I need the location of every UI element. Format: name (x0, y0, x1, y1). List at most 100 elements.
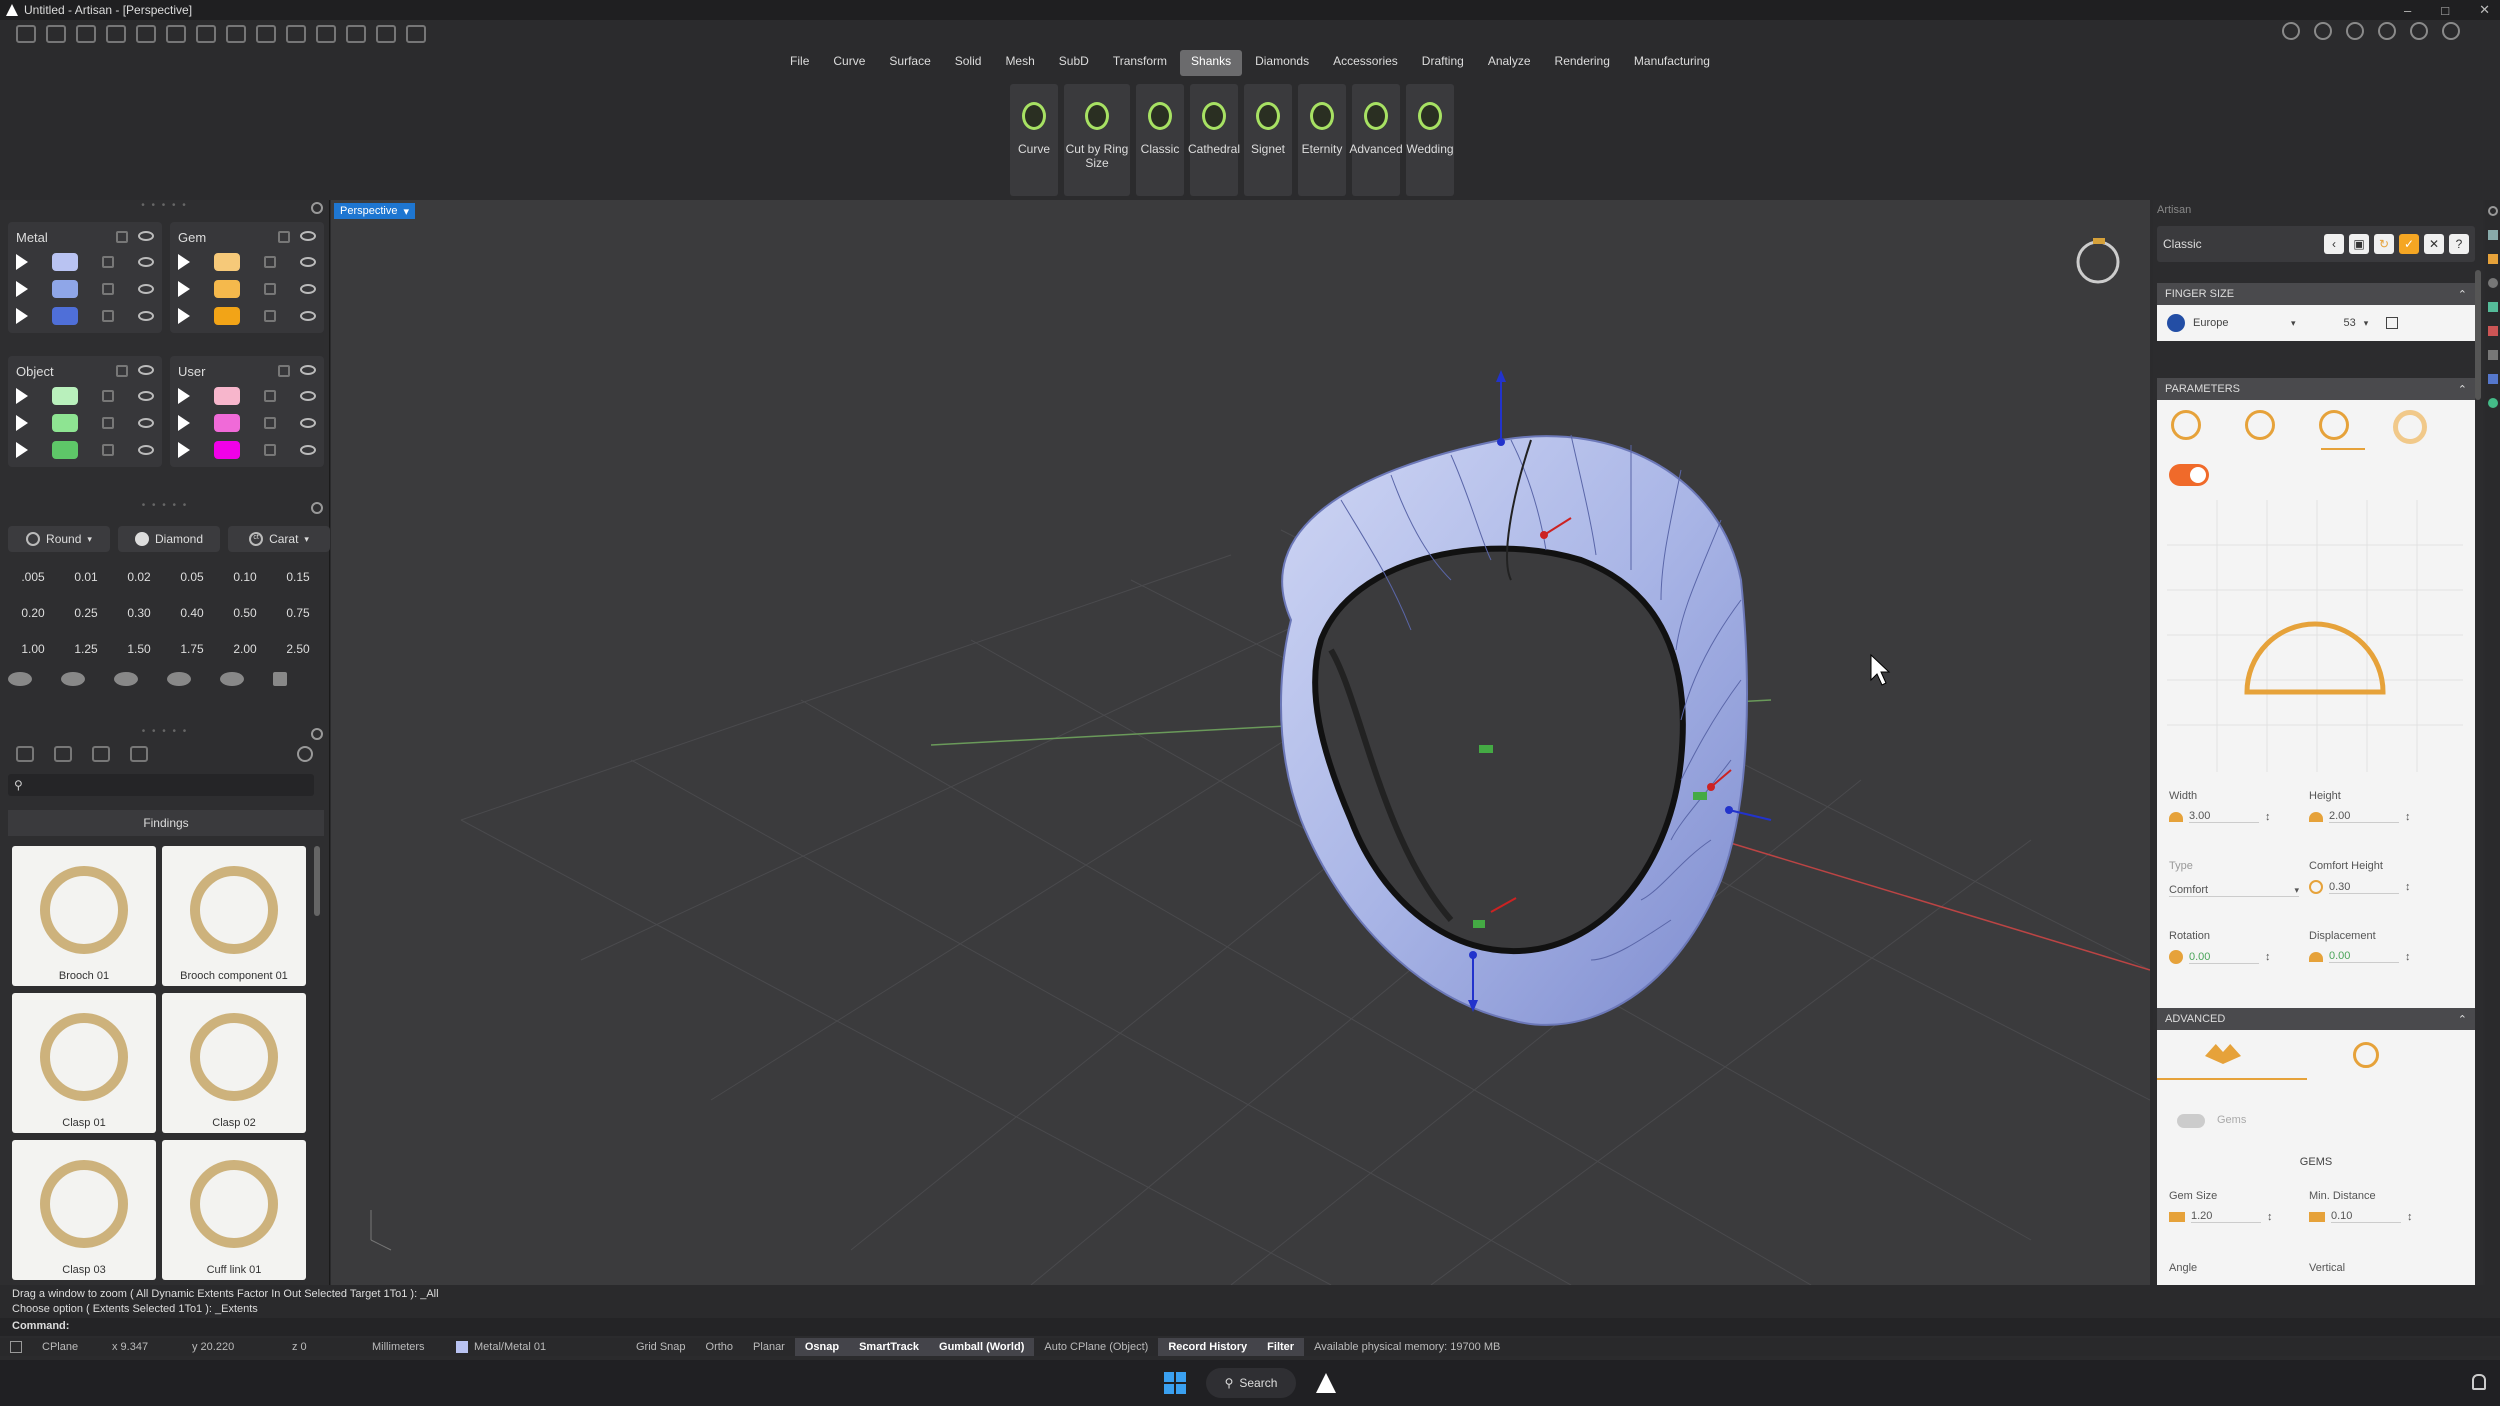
ribbon-button-cut-by-ring-size[interactable]: Cut by Ring Size (1064, 84, 1130, 196)
status-toggle-osnap[interactable]: Osnap (794, 1338, 850, 1356)
library-search[interactable]: ⚲ (8, 774, 314, 796)
save-as-icon[interactable] (226, 25, 246, 43)
gems-toggle[interactable] (2177, 1114, 2205, 1128)
ribbon-button-curve[interactable]: Curve (1010, 84, 1058, 196)
eye-icon[interactable] (138, 310, 154, 321)
perspective-viewport[interactable] (331, 200, 2150, 1285)
expand-icon[interactable] (16, 253, 28, 270)
type-dropdown[interactable]: Comfort ▾ (2169, 884, 2299, 897)
eye-icon[interactable] (138, 365, 154, 375)
gems-mode-icon[interactable] (2205, 1044, 2241, 1064)
edit-points-icon[interactable] (286, 25, 306, 43)
gem-size-value[interactable]: 0.75 (273, 598, 323, 628)
layers-icon[interactable] (2282, 22, 2300, 40)
undo-icon[interactable] (136, 25, 156, 43)
ribbon-button-signet[interactable]: Signet (1244, 84, 1292, 196)
rotation-input[interactable]: 0.00 (2189, 951, 2259, 964)
move-icon[interactable] (376, 25, 396, 43)
artisan-icon[interactable] (2487, 254, 2498, 264)
status-toggle-smarttrack[interactable]: SmartTrack (849, 1338, 930, 1356)
eye-icon[interactable] (300, 390, 316, 401)
status-toggle-ortho[interactable]: Ortho (696, 1341, 744, 1353)
eye-icon[interactable] (138, 390, 154, 401)
menu-rendering[interactable]: Rendering (1544, 50, 1621, 76)
gem-size-value[interactable]: .005 (8, 562, 58, 592)
parameters-header[interactable]: PARAMETERS ⌃ (2157, 378, 2475, 400)
maximize-icon[interactable]: □ (2441, 3, 2449, 18)
select-icon[interactable] (316, 25, 336, 43)
profile-full-icon[interactable] (2393, 410, 2427, 444)
lock-icon[interactable] (102, 309, 114, 322)
eye-icon[interactable] (138, 231, 154, 241)
menu-file[interactable]: File (779, 50, 820, 76)
eye-icon[interactable] (300, 310, 316, 321)
finger-size-header[interactable]: FINGER SIZE ⌃ (2157, 283, 2475, 305)
gem-size-value[interactable]: 0.20 (8, 598, 58, 628)
min-distance-input[interactable]: 0.10 (2331, 1210, 2401, 1223)
displacement-input[interactable]: 0.00 (2329, 950, 2399, 963)
layer-color-swatch[interactable] (52, 440, 78, 459)
lock-icon[interactable] (264, 416, 276, 429)
lock-icon[interactable] (278, 231, 290, 243)
stepper-icon[interactable]: ↕ (2265, 951, 2271, 963)
gem-type-dropdown[interactable]: Diamond (118, 526, 220, 552)
cushion-cut-icon[interactable] (114, 672, 138, 686)
new-file-icon[interactable] (16, 25, 36, 43)
collapse-icon[interactable]: ⌃ (2458, 383, 2467, 396)
gem-size-value[interactable]: 2.50 (273, 634, 323, 664)
gem-size-value[interactable]: 0.15 (273, 562, 323, 592)
status-toggle-filter[interactable]: Filter (1257, 1338, 1305, 1356)
close-icon[interactable]: ✕ (2479, 2, 2490, 18)
layer-color-swatch[interactable] (214, 306, 240, 325)
menu-transform[interactable]: Transform (1102, 50, 1178, 76)
settings-gear-icon[interactable] (406, 25, 426, 43)
cplane-indicator[interactable]: CPlane (32, 1341, 102, 1353)
lock-icon[interactable] (116, 365, 128, 377)
layer-color-swatch[interactable] (52, 386, 78, 405)
comfort-height-input[interactable]: 0.30 (2329, 881, 2399, 894)
gem-size-value[interactable]: 0.05 (167, 562, 217, 592)
expand-icon[interactable] (178, 253, 190, 270)
materials-icon[interactable] (2487, 326, 2498, 336)
layer-row[interactable] (178, 302, 316, 329)
open-folder-icon[interactable] (106, 25, 126, 43)
menu-accessories[interactable]: Accessories (1322, 50, 1409, 76)
layer-row[interactable] (16, 409, 154, 436)
menu-drafting[interactable]: Drafting (1411, 50, 1475, 76)
gem-size-value[interactable]: 1.00 (8, 634, 58, 664)
properties-icon[interactable] (2487, 230, 2498, 240)
menu-analyze[interactable]: Analyze (1477, 50, 1542, 76)
gem-size-value[interactable]: 1.25 (61, 634, 111, 664)
library-scrollbar[interactable] (314, 846, 320, 916)
eye-icon[interactable] (300, 283, 316, 294)
oval-cut-icon[interactable] (61, 672, 85, 686)
back-button[interactable]: ‹ (2324, 234, 2344, 254)
layer-color-swatch[interactable] (52, 279, 78, 298)
render-icon[interactable] (2346, 22, 2364, 40)
layer-row[interactable] (16, 436, 154, 463)
ribbon-button-advanced[interactable]: Advanced (1349, 84, 1403, 196)
render-panel-icon[interactable] (2487, 398, 2498, 408)
redo-icon[interactable] (166, 25, 186, 43)
advanced-header[interactable]: ADVANCED ⌃ (2157, 1008, 2475, 1030)
library-open-icon[interactable] (54, 746, 72, 762)
layer-row[interactable] (16, 302, 154, 329)
gem-size-value[interactable]: 0.01 (61, 562, 111, 592)
refresh-icon[interactable] (297, 746, 313, 762)
gem-size-value[interactable]: 0.25 (61, 598, 111, 628)
menu-mesh[interactable]: Mesh (994, 50, 1045, 76)
size-standard-value[interactable]: Europe (2193, 317, 2283, 329)
save-icon[interactable] (196, 25, 216, 43)
expand-icon[interactable] (16, 387, 28, 404)
layer-color-swatch[interactable] (214, 440, 240, 459)
library-thumbnail[interactable]: Clasp 02 (162, 993, 306, 1133)
expand-icon[interactable] (178, 441, 190, 458)
expand-icon[interactable] (178, 280, 190, 297)
gem-unit-dropdown[interactable]: ct Carat ▾ (228, 526, 330, 552)
save-preset-icon[interactable]: ▣ (2349, 234, 2369, 254)
gem-size-value[interactable]: 0.50 (220, 598, 270, 628)
collapse-icon[interactable]: ⌃ (2458, 288, 2467, 301)
profile-top-icon[interactable] (2171, 410, 2201, 440)
layer-row[interactable] (16, 382, 154, 409)
gem-size-value[interactable]: 1.50 (114, 634, 164, 664)
